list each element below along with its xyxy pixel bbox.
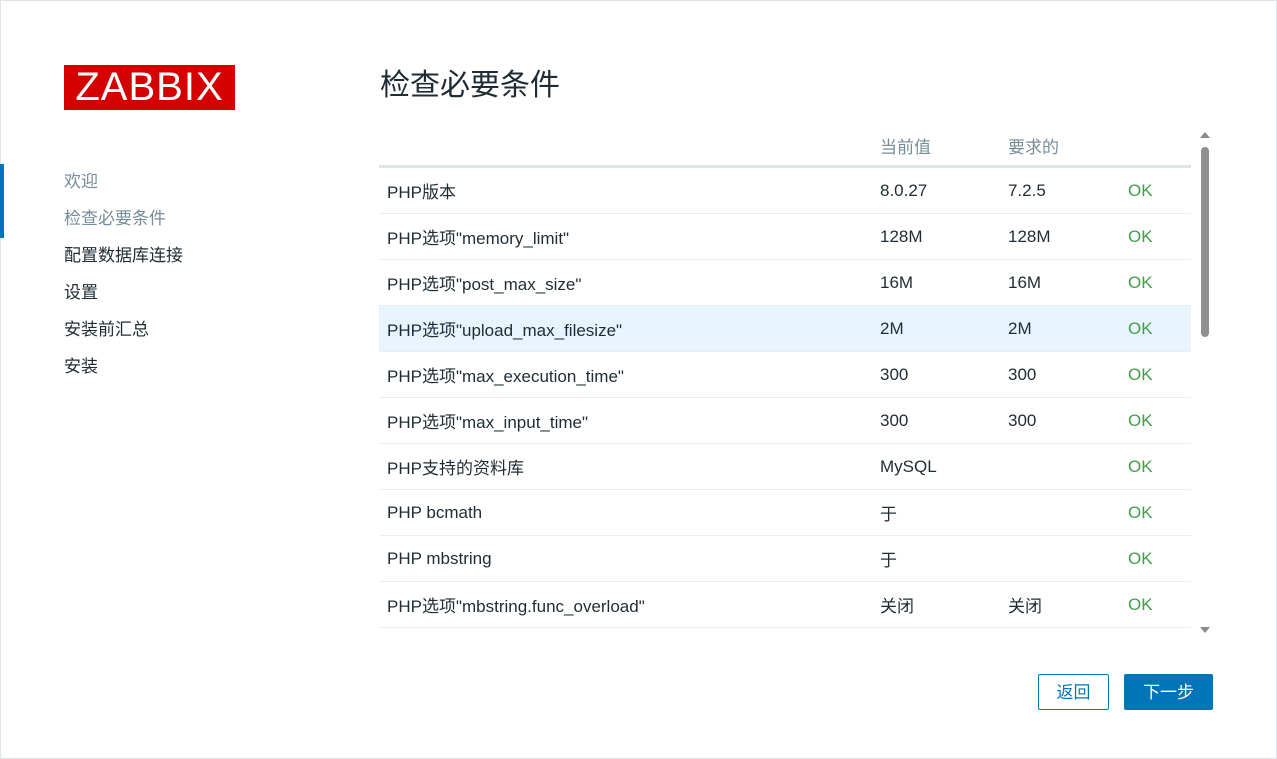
nav-progress-indicator xyxy=(0,164,4,238)
row-status: OK xyxy=(1128,535,1191,582)
row-name: PHP选项"upload_max_filesize" xyxy=(379,305,880,352)
step-install: 安装 xyxy=(64,357,98,376)
page-title: 检查必要条件 xyxy=(380,69,560,102)
zabbix-logo: ZABBIX xyxy=(64,65,235,110)
row-required: 300 xyxy=(1008,351,1128,398)
row-required xyxy=(1008,489,1128,536)
next-step-button[interactable]: 下一步 xyxy=(1124,674,1213,710)
row-name: PHP选项"memory_limit" xyxy=(379,213,880,260)
table-row: PHP选项"memory_limit" 128M 128M OK xyxy=(379,213,1191,260)
table-row: PHP bcmath 于 OK xyxy=(379,489,1191,536)
header-name xyxy=(379,125,880,168)
table-header-row: 当前值 要求的 xyxy=(379,125,1191,168)
table-scrollbar[interactable] xyxy=(1198,130,1212,635)
row-required xyxy=(1008,535,1128,582)
table-row-hovered: PHP选项"upload_max_filesize" 2M 2M OK xyxy=(379,305,1191,352)
row-name: PHP mbstring xyxy=(379,535,880,582)
step-pre-install-summary: 安装前汇总 xyxy=(64,320,149,339)
row-name: PHP选项"max_execution_time" xyxy=(379,351,880,398)
step-settings: 设置 xyxy=(64,283,98,302)
header-status xyxy=(1128,125,1191,168)
row-current: 于 xyxy=(880,535,1008,582)
prerequisites-table-container: 当前值 要求的 PHP版本 8.0.27 7.2.5 OK PHP选项"memo… xyxy=(379,125,1191,631)
row-required: 关闭 xyxy=(1008,581,1128,628)
scroll-down-arrow-icon[interactable] xyxy=(1200,627,1210,633)
row-current: 128M xyxy=(880,213,1008,260)
row-required: 16M xyxy=(1008,259,1128,306)
row-name: PHP支持的资料库 xyxy=(379,443,880,490)
row-current: MySQL xyxy=(880,443,1008,490)
row-name: PHP版本 xyxy=(379,166,880,214)
row-current: 300 xyxy=(880,397,1008,444)
table-row: PHP选项"max_input_time" 300 300 OK xyxy=(379,397,1191,444)
row-current: 关闭 xyxy=(880,581,1008,628)
row-name: PHP选项"post_max_size" xyxy=(379,259,880,306)
table-row: PHP选项"post_max_size" 16M 16M OK xyxy=(379,259,1191,306)
row-name: PHP bcmath xyxy=(379,489,880,536)
row-status: OK xyxy=(1128,213,1191,260)
table-row: PHP支持的资料库 MySQL OK xyxy=(379,443,1191,490)
row-current: 300 xyxy=(880,351,1008,398)
table-row: PHP版本 8.0.27 7.2.5 OK xyxy=(379,166,1191,214)
row-status: OK xyxy=(1128,397,1191,444)
table-row: PHP mbstring 于 OK xyxy=(379,535,1191,582)
row-required xyxy=(1008,443,1128,490)
row-required: 128M xyxy=(1008,213,1128,260)
table-row: PHP选项"max_execution_time" 300 300 OK xyxy=(379,351,1191,398)
row-required: 7.2.5 xyxy=(1008,166,1128,214)
setup-steps-nav: 欢迎 检查必要条件 配置数据库连接 设置 安装前汇总 安装 xyxy=(64,163,183,385)
row-status: OK xyxy=(1128,259,1191,306)
back-button[interactable]: 返回 xyxy=(1038,674,1109,710)
row-name: PHP选项"max_input_time" xyxy=(379,397,880,444)
step-welcome: 欢迎 xyxy=(64,172,98,191)
step-db-connection: 配置数据库连接 xyxy=(64,246,183,265)
header-current-value: 当前值 xyxy=(880,125,1008,168)
row-required: 300 xyxy=(1008,397,1128,444)
row-required: 2M xyxy=(1008,305,1128,352)
scroll-up-arrow-icon[interactable] xyxy=(1200,132,1210,138)
table-row: PHP选项"mbstring.func_overload" 关闭 关闭 OK xyxy=(379,581,1191,628)
row-current: 2M xyxy=(880,305,1008,352)
header-required: 要求的 xyxy=(1008,125,1128,168)
prerequisites-table: 当前值 要求的 PHP版本 8.0.27 7.2.5 OK PHP选项"memo… xyxy=(379,125,1191,628)
row-current: 于 xyxy=(880,489,1008,536)
row-current: 16M xyxy=(880,259,1008,306)
row-status: OK xyxy=(1128,305,1191,352)
row-status: OK xyxy=(1128,351,1191,398)
row-name: PHP选项"mbstring.func_overload" xyxy=(379,581,880,628)
row-status: OK xyxy=(1128,489,1191,536)
row-status: OK xyxy=(1128,581,1191,628)
row-status: OK xyxy=(1128,166,1191,214)
scrollbar-thumb[interactable] xyxy=(1201,147,1209,337)
step-check-prerequisites: 检查必要条件 xyxy=(64,209,166,228)
row-current: 8.0.27 xyxy=(880,166,1008,214)
row-status: OK xyxy=(1128,443,1191,490)
